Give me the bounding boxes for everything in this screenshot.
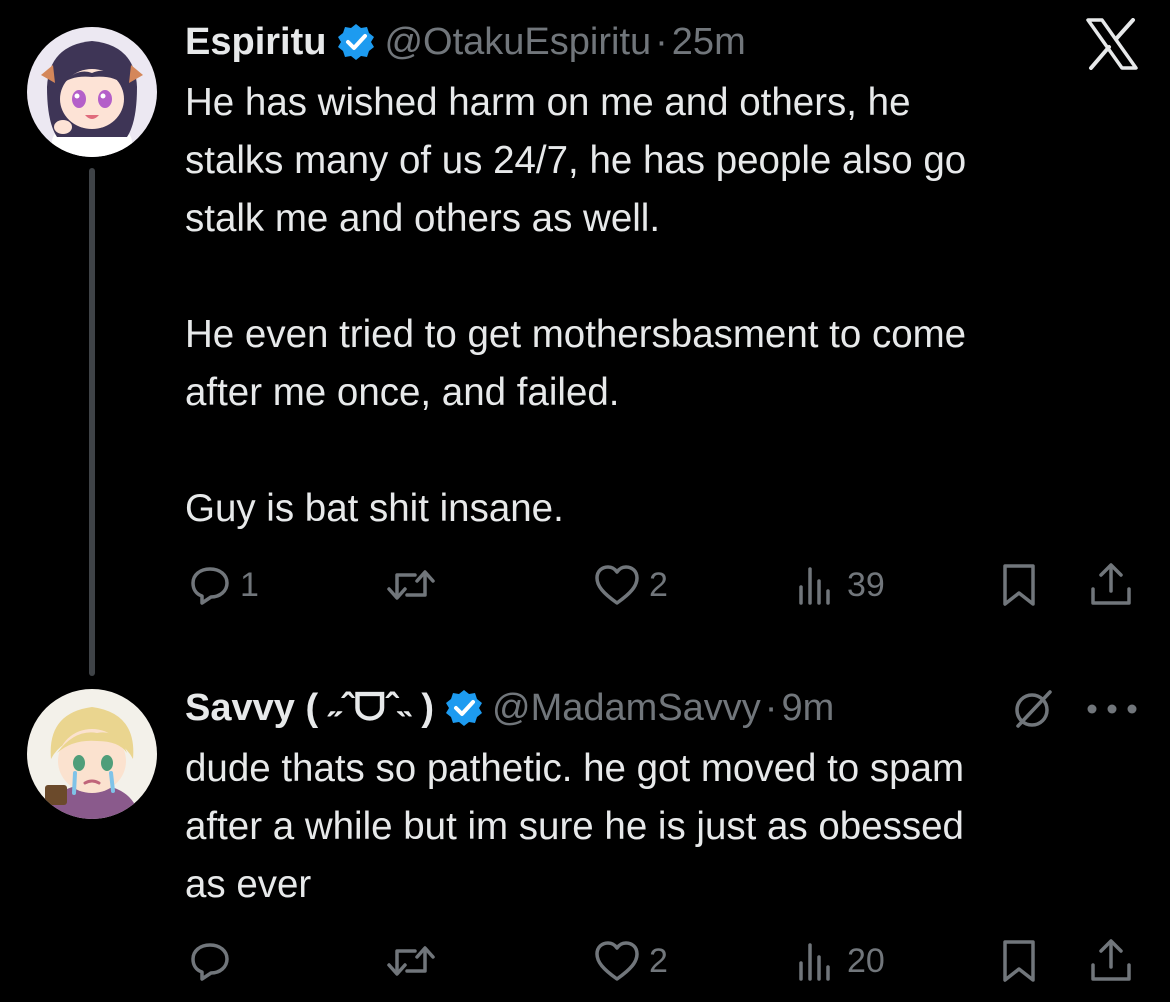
bookmark-icon (1003, 940, 1035, 982)
more-options-icon[interactable] (1083, 694, 1141, 724)
share-icon (1091, 563, 1131, 605)
retweet-button[interactable] (385, 936, 445, 986)
handle[interactable]: @MadamSavvy (492, 687, 761, 730)
timestamp[interactable]: 25m (672, 21, 746, 64)
bookmark-icon (1003, 564, 1035, 606)
separator-dot: · (655, 20, 668, 63)
reply-button[interactable] (188, 936, 240, 986)
share-button[interactable] (1087, 936, 1135, 986)
reply-icon (191, 567, 229, 605)
retweet-icon (387, 570, 435, 600)
action-bar: 2 20 (185, 936, 1145, 986)
avatar-espiritu[interactable] (27, 27, 157, 157)
bookmark-button[interactable] (997, 560, 1041, 610)
retweet-icon (387, 946, 435, 976)
view-count: 20 (847, 941, 885, 980)
tweet-header: Savvy ( ˶ˆᗜˆ˵ ) @MadamSavvy · 9m (185, 680, 834, 736)
views-button[interactable]: 20 (795, 936, 885, 986)
display-name[interactable]: Espiritu (185, 21, 326, 64)
tweet-header: Espiritu @OtakuEspiritu · 25m (185, 14, 746, 70)
reply-icon (191, 943, 229, 981)
like-count: 2 (649, 941, 668, 980)
verified-badge-icon (338, 24, 375, 60)
action-bar: 1 2 39 (185, 560, 1145, 610)
display-name[interactable]: Savvy ( ˶ˆᗜˆ˵ ) (185, 687, 434, 730)
handle[interactable]: @OtakuEspiritu (384, 21, 651, 64)
like-icon (595, 941, 639, 981)
separator-dot: · (764, 686, 778, 729)
share-icon (1091, 939, 1131, 981)
views-icon (799, 567, 830, 605)
like-count: 2 (649, 565, 668, 604)
bookmark-button[interactable] (997, 936, 1041, 986)
avatar-savvy[interactable] (27, 689, 157, 819)
like-button[interactable]: 2 (593, 936, 668, 986)
like-button[interactable]: 2 (593, 560, 668, 610)
views-button[interactable]: 39 (795, 560, 885, 610)
views-icon (799, 943, 830, 981)
reply-count: 1 (240, 565, 259, 604)
tweet-text: dude thats so pathetic. he got moved to … (185, 747, 965, 906)
timestamp[interactable]: 9m (781, 687, 834, 730)
tweet-savvy[interactable]: Savvy ( ˶ˆᗜˆ˵ ) @MadamSavvy · 9m dude th… (0, 680, 1170, 1002)
grok-icon[interactable] (1012, 688, 1054, 730)
view-count: 39 (847, 565, 885, 604)
verified-badge-icon (446, 690, 483, 726)
reply-button[interactable]: 1 (188, 560, 259, 610)
thread-line (89, 168, 95, 676)
tweet-text: He has wished harm on me and others, he … (185, 81, 967, 530)
retweet-button[interactable] (385, 560, 445, 610)
like-icon (595, 565, 639, 605)
tweet-espiritu[interactable]: Espiritu @OtakuEspiritu · 25m He has wis… (0, 0, 1170, 680)
share-button[interactable] (1087, 560, 1135, 610)
